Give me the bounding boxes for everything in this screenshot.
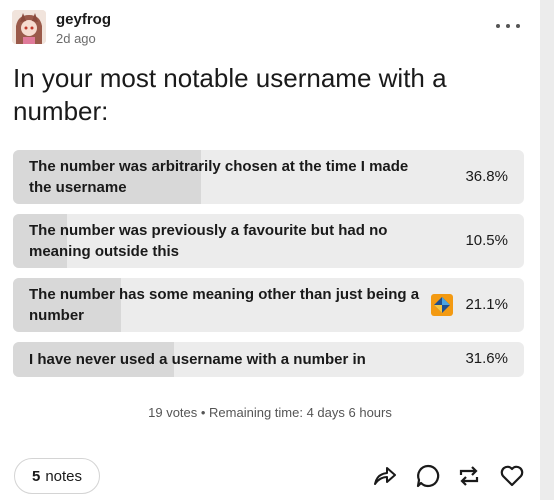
notes-button[interactable]: 5 notes: [14, 458, 100, 494]
vote-marker-icon: [431, 294, 453, 316]
poll-option-percent: 31.6%: [465, 350, 508, 367]
notes-label: notes: [45, 467, 83, 485]
poll-option[interactable]: I have never used a username with a numb…: [13, 342, 524, 377]
poll-option-label: I have never used a username with a numb…: [29, 351, 366, 368]
poll-meta: 19 votes • Remaining time: 4 days 6 hour…: [148, 405, 392, 420]
post-card: geyfrog 2d ago In your most notable user…: [0, 0, 540, 500]
poll-option-selected[interactable]: The number has some meaning other than j…: [13, 278, 524, 332]
poll-option[interactable]: The number was arbitrarily chosen at the…: [13, 150, 524, 204]
ellipsis-icon[interactable]: [496, 16, 520, 36]
avatar-image: [12, 10, 46, 44]
poll-option-percent: 36.8%: [465, 168, 508, 185]
poll-option-label: The number has some meaning other than j…: [29, 286, 420, 324]
like-icon[interactable]: [499, 463, 525, 489]
post-title: In your most notable username with a num…: [13, 63, 447, 126]
reblog-icon[interactable]: [456, 463, 482, 489]
notes-count: 5: [31, 467, 41, 485]
poll-option[interactable]: The number was previously a favourite bu…: [13, 214, 524, 268]
page-edge: [540, 0, 554, 500]
poll-option-percent: 21.1%: [465, 296, 508, 313]
poll-option-label: The number was previously a favourite bu…: [29, 222, 388, 260]
avatar[interactable]: [12, 10, 46, 44]
reply-icon[interactable]: [415, 463, 441, 489]
timestamp[interactable]: 2d ago: [56, 31, 96, 46]
poll-option-label: The number was arbitrarily chosen at the…: [29, 158, 409, 196]
username[interactable]: geyfrog: [56, 11, 111, 28]
post-header: geyfrog 2d ago: [12, 10, 532, 50]
poll-option-percent: 10.5%: [465, 232, 508, 249]
share-icon[interactable]: [372, 463, 398, 489]
poll: The number was arbitrarily chosen at the…: [13, 150, 524, 387]
